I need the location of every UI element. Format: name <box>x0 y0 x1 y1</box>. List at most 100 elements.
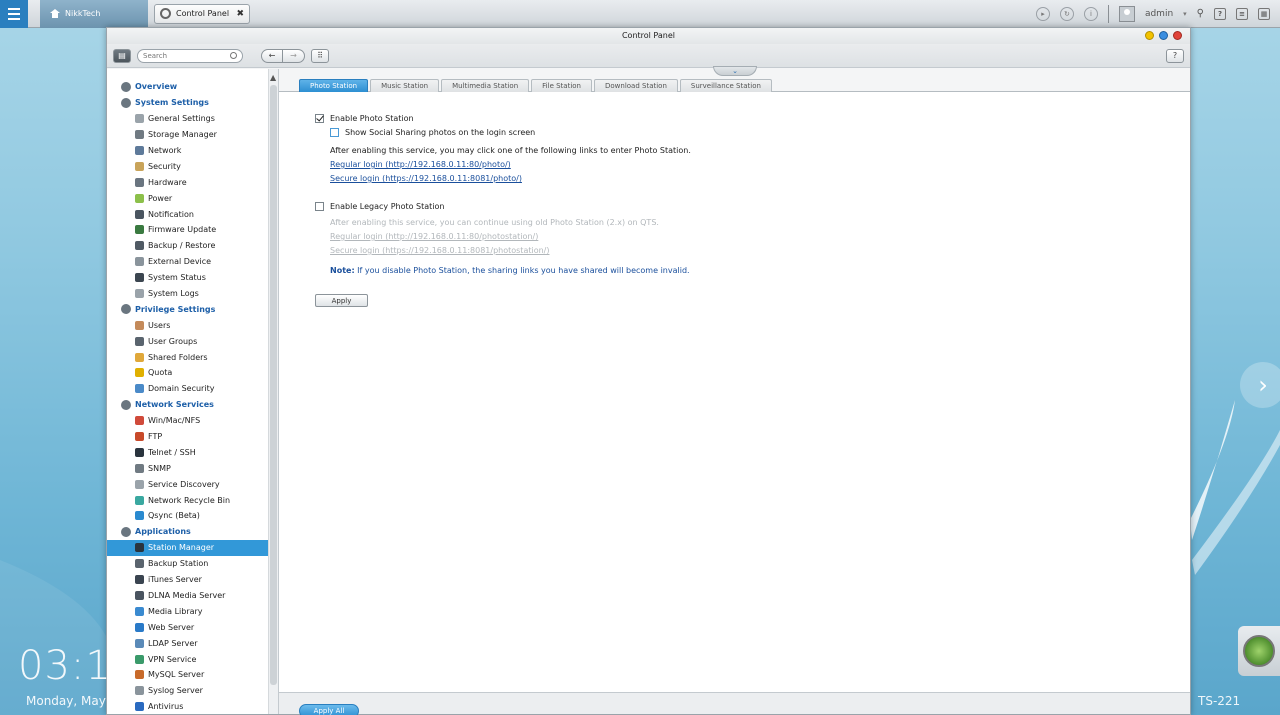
chevron-down-icon[interactable]: ▾ <box>1183 10 1187 18</box>
search-icon[interactable]: ⚲ <box>1197 8 1204 19</box>
sidebar-item-backup-station[interactable]: Backup Station <box>107 556 278 572</box>
background-tasks-icon[interactable]: ▸ <box>1035 6 1050 21</box>
forward-arrow-icon[interactable]: → <box>283 48 305 63</box>
next-desktop-arrow-icon[interactable]: › <box>1240 362 1280 408</box>
sidebar-item-system-settings[interactable]: System Settings <box>107 95 278 111</box>
help-icon[interactable]: ? <box>1214 7 1226 20</box>
tab-photo-station[interactable]: Photo Station <box>299 79 369 92</box>
sidebar-item-label: SNMP <box>148 463 171 473</box>
legacy-secure-login-link: Secure login (https://192.168.0.11:8081/… <box>330 246 550 255</box>
applications-icon <box>121 526 131 537</box>
sidebar-item-network-recycle-bin[interactable]: Network Recycle Bin <box>107 492 278 508</box>
enable-legacy-photo-station-label: Enable Legacy Photo Station <box>330 202 445 211</box>
sidebar-item-hardware[interactable]: Hardware <box>107 174 278 190</box>
dlna-media-server-icon <box>135 590 144 600</box>
tab-multimedia-station[interactable]: Multimedia Station <box>441 79 530 92</box>
sidebar-item-user-groups[interactable]: User Groups <box>107 333 278 349</box>
sidebar-item-backup-restore[interactable]: Backup / Restore <box>107 238 278 254</box>
sidebar-item-win-mac-nfs[interactable]: Win/Mac/NFS <box>107 413 278 429</box>
collapse-header-toggle[interactable]: ⌄ <box>713 66 757 76</box>
back-arrow-icon[interactable]: ← <box>261 48 283 63</box>
sidebar-item-label: LDAP Server <box>148 638 198 648</box>
options-icon[interactable]: ≡ <box>1236 7 1248 20</box>
sync-icon[interactable]: ↻ <box>1059 6 1074 21</box>
sidebar-item-station-manager[interactable]: Station Manager <box>107 539 278 556</box>
sidebar-item-privilege-settings[interactable]: Privilege Settings <box>107 301 278 317</box>
scroll-up-icon[interactable]: ▲ <box>270 73 276 82</box>
sidebar-item-media-library[interactable]: Media Library <box>107 603 278 619</box>
syslog-server-icon <box>135 686 144 696</box>
sidebar-item-service-discovery[interactable]: Service Discovery <box>107 476 278 492</box>
sidebar-scrollbar[interactable]: ▲ <box>268 69 278 714</box>
show-social-sharing-checkbox[interactable] <box>330 128 339 137</box>
sidebar-item-web-server[interactable]: Web Server <box>107 619 278 635</box>
sidebar-item-external-device[interactable]: External Device <box>107 254 278 270</box>
sidebar-item-dlna-media-server[interactable]: DLNA Media Server <box>107 588 278 604</box>
close-icon[interactable] <box>1173 31 1182 40</box>
dashboard-widget[interactable] <box>1238 626 1280 676</box>
privilege-settings-icon <box>121 304 131 315</box>
sidebar-item-itunes-server[interactable]: iTunes Server <box>107 572 278 588</box>
sidebar-item-system-status[interactable]: System Status <box>107 270 278 286</box>
user-name[interactable]: admin <box>1145 9 1173 19</box>
sidebar-item-antivirus[interactable]: Antivirus <box>107 699 278 714</box>
tab-surveillance-station[interactable]: Surveillance Station <box>679 79 772 92</box>
sidebar-item-mysql-server[interactable]: MySQL Server <box>107 667 278 683</box>
sidebar-item-qsync[interactable]: Qsync (Beta) <box>107 508 278 524</box>
search-field[interactable] <box>137 48 243 63</box>
apply-button[interactable]: Apply <box>315 294 368 307</box>
info-icon[interactable]: i <box>1083 6 1098 21</box>
sidebar-item-overview[interactable]: Overview <box>107 79 278 95</box>
sidebar-item-domain-security[interactable]: Domain Security <box>107 381 278 397</box>
sidebar-item-label: Overview <box>135 82 178 92</box>
secure-login-link[interactable]: Secure login (https://192.168.0.11:8081/… <box>330 174 522 183</box>
sidebar-item-storage-manager[interactable]: Storage Manager <box>107 127 278 143</box>
maximize-icon[interactable] <box>1159 31 1168 40</box>
apply-all-button[interactable]: Apply All <box>299 704 359 715</box>
close-tab-icon[interactable]: ✖ <box>236 9 244 19</box>
control-panel-taskbar-tab[interactable]: Control Panel ✖ <box>154 3 250 24</box>
sidebar-item-users[interactable]: Users <box>107 317 278 333</box>
minimize-icon[interactable] <box>1145 31 1154 40</box>
search-magnifier-icon <box>230 52 237 59</box>
sidebar-item-network-services[interactable]: Network Services <box>107 397 278 413</box>
sidebar-item-general-settings[interactable]: General Settings <box>107 111 278 127</box>
user-avatar-icon[interactable] <box>1118 5 1135 22</box>
search-input[interactable] <box>143 51 223 60</box>
sidebar-item-applications[interactable]: Applications <box>107 524 278 540</box>
scrollbar-thumb[interactable] <box>270 85 277 685</box>
sidebar-item-vpn-service[interactable]: VPN Service <box>107 651 278 667</box>
tab-file-station[interactable]: File Station <box>531 79 592 92</box>
sidebar-item-shared-folders[interactable]: Shared Folders <box>107 349 278 365</box>
sidebar-item-security[interactable]: Security <box>107 158 278 174</box>
home-tab[interactable]: NikkTech <box>40 0 148 28</box>
sidebar-item-snmp[interactable]: SNMP <box>107 460 278 476</box>
sidebar-item-syslog-server[interactable]: Syslog Server <box>107 683 278 699</box>
note-label: Note: <box>330 266 355 275</box>
toggle-sidebar-button[interactable]: ▤ <box>113 48 131 63</box>
dashboard-icon[interactable]: ▦ <box>1258 7 1270 20</box>
sidebar-item-label: Domain Security <box>148 384 215 394</box>
sidebar-item-ftp[interactable]: FTP <box>107 429 278 445</box>
sidebar-item-quota[interactable]: Quota <box>107 365 278 381</box>
tab-music-station[interactable]: Music Station <box>370 79 440 92</box>
sidebar-item-firmware-update[interactable]: Firmware Update <box>107 222 278 238</box>
enable-legacy-photo-station-checkbox[interactable] <box>315 202 324 211</box>
external-device-icon <box>135 257 144 267</box>
tab-download-station[interactable]: Download Station <box>593 79 678 92</box>
main-menu-button[interactable] <box>0 0 28 28</box>
sidebar-item-notification[interactable]: Notification <box>107 206 278 222</box>
general-settings-icon <box>135 114 144 124</box>
sidebar-item-system-logs[interactable]: System Logs <box>107 286 278 302</box>
regular-login-link[interactable]: Regular login (http://192.168.0.11:80/ph… <box>330 160 511 169</box>
sidebar-item-power[interactable]: Power <box>107 190 278 206</box>
sidebar-item-telnet-ssh[interactable]: Telnet / SSH <box>107 444 278 460</box>
security-icon <box>135 161 144 171</box>
system-logs-icon <box>135 289 144 299</box>
sidebar-item-network[interactable]: Network <box>107 143 278 159</box>
grid-view-icon[interactable]: ⠿ <box>311 48 329 63</box>
sidebar-item-ldap-server[interactable]: LDAP Server <box>107 635 278 651</box>
sidebar-item-label: Hardware <box>148 177 187 187</box>
help-button[interactable]: ? <box>1166 48 1184 63</box>
enable-photo-station-checkbox[interactable] <box>315 114 324 123</box>
